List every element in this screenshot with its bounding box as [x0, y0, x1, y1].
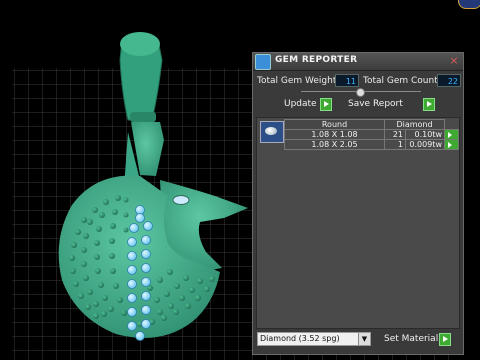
app-logo-icon	[458, 0, 480, 9]
total-gem-weight-label: Total Gem Weight	[257, 76, 337, 86]
row-play-icon[interactable]	[444, 139, 459, 150]
window-title: GEM REPORTER	[275, 55, 358, 65]
update-play-icon[interactable]	[320, 98, 332, 111]
table-header-row: Round Diamond	[284, 119, 459, 130]
gem-size: 1.08 X 1.08	[284, 129, 385, 140]
gem-reporter-icon	[255, 54, 271, 70]
total-gem-weight-value: 11	[335, 74, 359, 87]
material-select[interactable]: Diamond (3.52 spg) ▼	[257, 332, 371, 346]
column-header-material: Diamond	[384, 119, 445, 130]
total-gem-count-value: 22	[437, 74, 461, 87]
round-gem-thumbnail-icon[interactable]	[260, 121, 284, 143]
gem-reporter-panel: GEM REPORTER × Total Gem Weight 11 Total…	[252, 52, 464, 355]
gem-count: 21	[384, 129, 406, 140]
column-header-shape: Round	[284, 119, 385, 130]
action-row: Update Save Report	[253, 98, 463, 112]
table-row[interactable]: 1.08 X 2.05 1 0.009tw	[284, 139, 459, 150]
set-material-button[interactable]: Set Material	[384, 333, 438, 346]
gem-count: 1	[384, 139, 406, 150]
chevron-down-icon[interactable]: ▼	[358, 333, 370, 345]
gem-weight: 0.10tw	[405, 129, 445, 140]
set-material-play-icon[interactable]	[439, 333, 451, 346]
gem-list[interactable]: Round Diamond 1.08 X 1.08 21 0.10tw 1.08…	[256, 117, 460, 329]
table-row[interactable]: 1.08 X 1.08 21 0.10tw	[284, 129, 459, 140]
gem-totals: Total Gem Weight 11 Total Gem Count 22	[255, 73, 461, 89]
total-gem-count-label: Total Gem Count	[363, 76, 438, 86]
row-play-icon[interactable]	[444, 129, 459, 140]
gem-weight: 0.009tw	[405, 139, 445, 150]
material-select-value: Diamond (3.52 spg)	[260, 334, 340, 343]
gem-size: 1.08 X 2.05	[284, 139, 385, 150]
save-report-play-icon[interactable]	[423, 98, 435, 111]
material-row: Diamond (3.52 spg) ▼ Set Material	[257, 332, 461, 347]
divider-knob[interactable]	[356, 88, 365, 97]
3d-viewport[interactable]: GEM REPORTER × Total Gem Weight 11 Total…	[0, 0, 480, 360]
update-button[interactable]: Update	[284, 98, 317, 111]
save-report-button[interactable]: Save Report	[348, 98, 403, 111]
gem-table: Round Diamond 1.08 X 1.08 21 0.10tw 1.08…	[284, 119, 459, 150]
close-icon[interactable]: ×	[448, 55, 460, 67]
title-bar[interactable]: GEM REPORTER ×	[253, 53, 463, 71]
